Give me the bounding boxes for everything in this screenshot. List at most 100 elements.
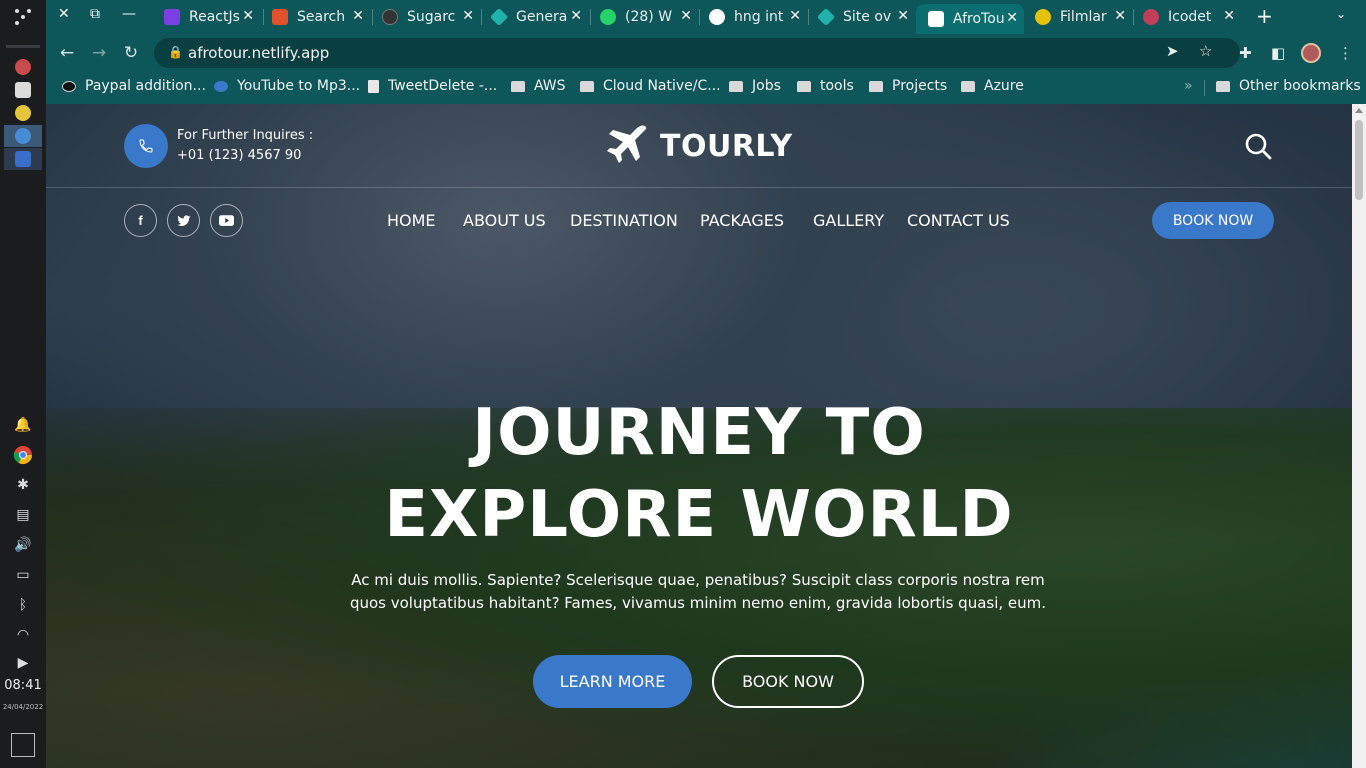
- expand-arrow-icon[interactable]: ▶: [11, 652, 35, 674]
- facebook-icon[interactable]: f: [124, 204, 157, 237]
- learn-more-button[interactable]: LEARN MORE: [533, 655, 692, 708]
- close-tab-icon[interactable]: ✕: [352, 8, 364, 24]
- close-tab-icon[interactable]: ✕: [680, 8, 692, 24]
- clock-time[interactable]: 08:41: [0, 678, 46, 693]
- phone-icon[interactable]: [124, 124, 168, 168]
- bookmark-folder[interactable]: Azure: [961, 78, 1024, 94]
- bookmark-star-icon[interactable]: ☆: [1199, 42, 1212, 60]
- restore-window-icon[interactable]: ⧉: [90, 6, 100, 22]
- site-logo[interactable]: TOURLY: [606, 124, 793, 168]
- close-tab-icon[interactable]: ✕: [462, 8, 474, 24]
- tab[interactable]: Site ov ✕: [818, 4, 915, 30]
- bluetooth-icon[interactable]: ᛒ: [11, 594, 35, 616]
- nav-destination[interactable]: DESTINATION: [570, 211, 678, 230]
- vscode-icon[interactable]: [15, 151, 31, 167]
- bookmark-label: Jobs: [752, 78, 781, 94]
- notification-bell-icon[interactable]: 🔔: [11, 414, 35, 436]
- bookmark-folder[interactable]: Projects: [869, 78, 947, 94]
- chrome-icon[interactable]: [11, 444, 35, 466]
- close-tab-icon[interactable]: ✕: [242, 8, 254, 24]
- book-now-button[interactable]: BOOK NOW: [1152, 202, 1274, 239]
- tab[interactable]: ReactJs ✕: [164, 4, 260, 30]
- bookmark-item[interactable]: YouTube to Mp3...: [214, 78, 360, 94]
- tab[interactable]: Genera ✕: [491, 4, 588, 30]
- app-icon[interactable]: [15, 105, 31, 121]
- volume-icon[interactable]: 🔊: [11, 534, 35, 556]
- bookmark-label: AWS: [534, 78, 566, 94]
- hero-title: JOURNEY TO EXPLORE WORLD: [46, 392, 1352, 556]
- tab-title: Genera: [516, 9, 568, 25]
- lock-icon[interactable]: 🔒: [168, 45, 183, 59]
- tab-active[interactable]: AfroTou ✕: [916, 4, 1024, 34]
- chrome-icon[interactable]: [15, 128, 31, 144]
- paypal-icon: [62, 80, 76, 92]
- contact-phone[interactable]: +01 (123) 4567 90: [177, 148, 301, 163]
- close-tab-icon[interactable]: ✕: [1114, 8, 1126, 24]
- scrollbar-thumb[interactable]: [1355, 120, 1363, 200]
- nav-about-us[interactable]: ABOUT US: [463, 211, 546, 230]
- plane-favicon-icon: [928, 11, 944, 27]
- bookmark-folder[interactable]: tools: [797, 78, 854, 94]
- back-icon[interactable]: ←: [56, 42, 78, 64]
- close-tab-icon[interactable]: ✕: [1223, 8, 1235, 24]
- clipboard-icon[interactable]: ▤: [11, 504, 35, 526]
- bookmark-item[interactable]: TweetDelete -...: [368, 78, 497, 94]
- tab-search-chevron-icon[interactable]: ⌄: [1336, 7, 1346, 21]
- files-icon[interactable]: [15, 82, 31, 98]
- nav-packages[interactable]: PACKAGES: [700, 211, 784, 230]
- bookmark-label: Azure: [984, 78, 1024, 94]
- whatsapp-icon: [600, 9, 616, 25]
- bookmark-label: tools: [820, 78, 854, 94]
- wifi-icon[interactable]: ◠: [11, 624, 35, 646]
- nav-contact-us[interactable]: CONTACT US: [907, 211, 1010, 230]
- close-tab-icon[interactable]: ✕: [570, 8, 582, 24]
- url-text[interactable]: afrotour.netlify.app: [188, 44, 329, 62]
- hero-book-now-button[interactable]: BOOK NOW: [712, 655, 864, 708]
- profile-avatar[interactable]: [1301, 43, 1321, 63]
- close-tab-icon[interactable]: ✕: [1006, 10, 1018, 26]
- show-desktop-icon[interactable]: [11, 733, 35, 757]
- extensions-icon[interactable]: ✚: [1239, 44, 1252, 62]
- nav-home[interactable]: HOME: [387, 211, 436, 230]
- menu-icon[interactable]: ⋮: [1338, 44, 1353, 62]
- more-bookmarks-chevron-icon[interactable]: »: [1184, 78, 1193, 94]
- close-window-icon[interactable]: ✕: [58, 6, 70, 22]
- minimize-window-icon[interactable]: —: [122, 6, 136, 22]
- bookmark-folder[interactable]: Jobs: [729, 78, 781, 94]
- tab[interactable]: Search ✕: [272, 4, 370, 30]
- other-bookmarks-folder[interactable]: Other bookmarks: [1216, 78, 1361, 94]
- tab-title: (28) W: [625, 9, 673, 25]
- folder-icon: [729, 80, 743, 92]
- send-icon[interactable]: ➤: [1166, 42, 1179, 60]
- folder-icon: [869, 80, 883, 92]
- tab-favicon-icon: [382, 9, 398, 25]
- tab-favicon-icon: [272, 9, 288, 25]
- address-bar[interactable]: 🔒 afrotour.netlify.app ➤ ☆: [154, 38, 1240, 68]
- bluetooth-icon[interactable]: ✱: [11, 474, 35, 496]
- side-panel-icon[interactable]: ◧: [1271, 44, 1285, 62]
- close-tab-icon[interactable]: ✕: [789, 8, 801, 24]
- bookmark-folder[interactable]: AWS: [511, 78, 566, 94]
- close-tab-icon[interactable]: ✕: [897, 8, 909, 24]
- tab[interactable]: Icodet ✕: [1143, 4, 1241, 30]
- twitter-icon[interactable]: [167, 204, 200, 237]
- search-icon[interactable]: [1244, 132, 1272, 160]
- app-icon[interactable]: [15, 59, 31, 75]
- tab[interactable]: hng int ✕: [709, 4, 807, 30]
- tab[interactable]: (28) W ✕: [600, 4, 698, 30]
- app-launcher-icon[interactable]: [11, 6, 35, 28]
- bookmark-item[interactable]: Paypal addition...: [62, 78, 206, 94]
- youtube-icon[interactable]: [210, 204, 243, 237]
- new-tab-icon[interactable]: +: [1256, 4, 1273, 28]
- reload-icon[interactable]: ↻: [120, 42, 142, 64]
- tab[interactable]: Sugarc ✕: [382, 4, 480, 30]
- tab[interactable]: Filmlar ✕: [1035, 4, 1132, 30]
- bookmark-label: Paypal addition...: [85, 78, 206, 94]
- nav-gallery[interactable]: GALLERY: [813, 211, 884, 230]
- forward-icon[interactable]: →: [88, 42, 110, 64]
- bookmark-folder[interactable]: Cloud Native/C...: [580, 78, 721, 94]
- battery-icon[interactable]: ▭: [11, 564, 35, 586]
- folder-icon: [580, 80, 594, 92]
- page-scrollbar[interactable]: [1352, 104, 1366, 768]
- scroll-up-arrow-icon[interactable]: [1355, 108, 1363, 113]
